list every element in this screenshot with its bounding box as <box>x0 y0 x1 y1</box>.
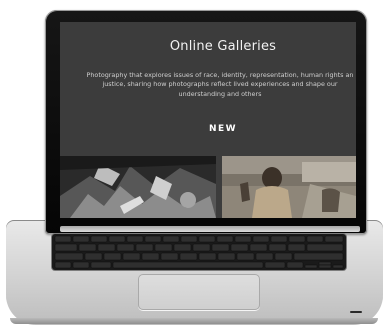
gallery-photo-thumbnail[interactable] <box>222 156 356 218</box>
section-heading-new[interactable]: NEW <box>60 124 356 134</box>
gallery-photo-image <box>60 156 216 218</box>
sleep-indicator-light <box>350 311 362 313</box>
page-description: Photography that explores issues of race… <box>86 71 354 98</box>
gallery-photo-image <box>222 156 356 218</box>
laptop-mockup: Online Galleries Photography that explor… <box>0 0 386 332</box>
laptop-hinge <box>60 226 360 232</box>
laptop-screen: Online Galleries Photography that explor… <box>60 22 356 218</box>
trackpad <box>138 274 260 310</box>
page-title: Online Galleries <box>169 39 277 54</box>
gallery-photo-thumbnail[interactable] <box>60 156 216 218</box>
keyboard-keys <box>54 235 344 269</box>
laptop-front-edge <box>10 318 378 324</box>
keyboard <box>52 234 346 270</box>
